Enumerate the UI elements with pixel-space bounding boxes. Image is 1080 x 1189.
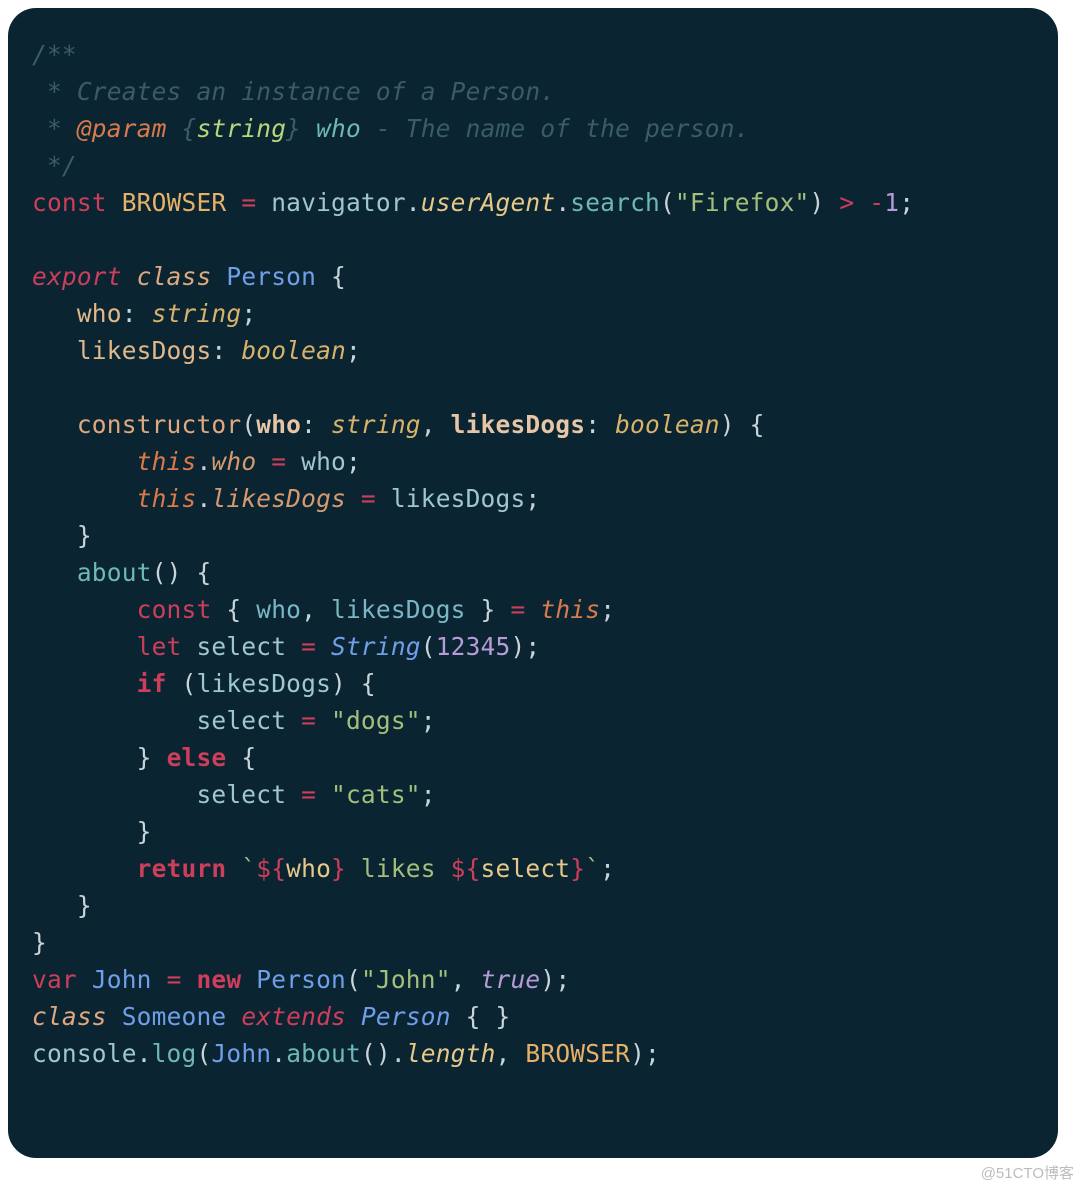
code-editor-panel: /** * Creates an instance of a Person. *…: [8, 8, 1058, 1158]
code-line: let select = String(12345);: [32, 632, 540, 661]
code-line: if (likesDogs) {: [32, 669, 376, 698]
comment-line: */: [32, 151, 77, 180]
code-line: who: string;: [32, 299, 256, 328]
code-line: } else {: [32, 743, 256, 772]
code-line: class Someone extends Person { }: [32, 1002, 510, 1031]
code-line: select = "dogs";: [32, 706, 436, 735]
comment-line: * @param {string} who - The name of the …: [32, 114, 750, 143]
code-line: export class Person {: [32, 262, 346, 291]
code-line: }: [32, 521, 92, 550]
code-line: select = "cats";: [32, 780, 436, 809]
code-line: constructor(who: string, likesDogs: bool…: [32, 410, 765, 439]
code-line: const { who, likesDogs } = this;: [32, 595, 615, 624]
code-block: /** * Creates an instance of a Person. *…: [32, 36, 1034, 1072]
code-line: likesDogs: boolean;: [32, 336, 361, 365]
code-line: var John = new Person("John", true);: [32, 965, 570, 994]
code-line: const BROWSER = navigator.userAgent.sear…: [32, 188, 914, 217]
comment-line: /**: [32, 40, 77, 69]
code-line: }: [32, 817, 152, 846]
code-line: }: [32, 928, 47, 957]
code-line: console.log(John.about().length, BROWSER…: [32, 1039, 660, 1068]
code-line: about() {: [32, 558, 211, 587]
comment-line: * Creates an instance of a Person.: [32, 77, 555, 106]
code-line: }: [32, 891, 92, 920]
code-line: this.likesDogs = likesDogs;: [32, 484, 540, 513]
code-line: return `${who} likes ${select}`;: [32, 854, 615, 883]
watermark-text: @51CTO博客: [981, 1162, 1074, 1183]
code-line: this.who = who;: [32, 447, 361, 476]
